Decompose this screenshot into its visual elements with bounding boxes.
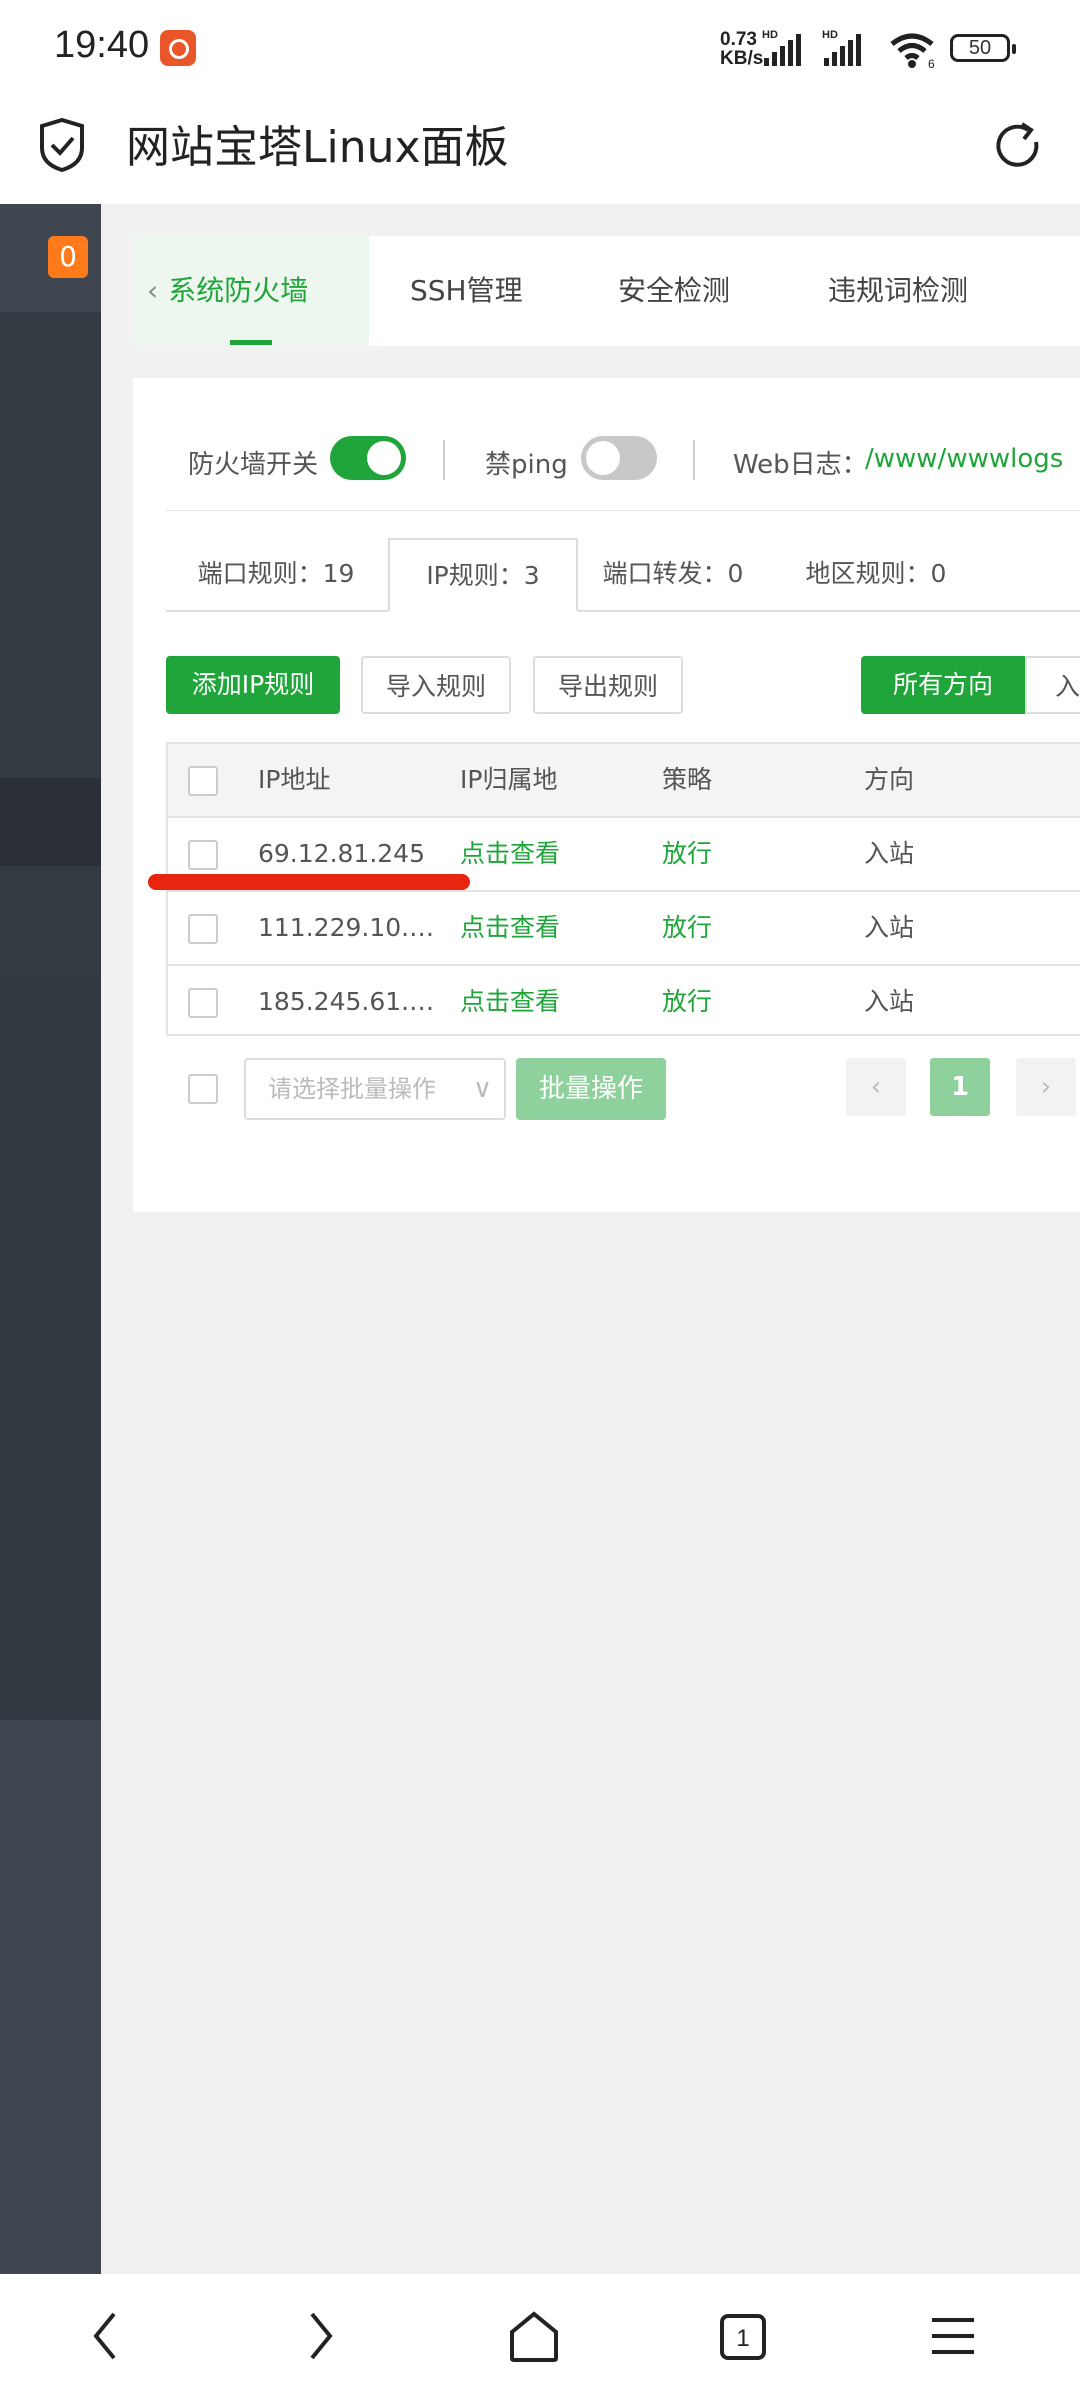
inbound-filter-button[interactable]: 入 bbox=[1025, 656, 1080, 714]
col-ip-address: IP地址 bbox=[258, 765, 331, 794]
battery-level: 50 bbox=[968, 37, 992, 59]
hd-label: HD bbox=[762, 29, 778, 41]
row-ip: 111.229.10.… bbox=[258, 913, 435, 942]
chevron-left-icon: ‹ bbox=[870, 1072, 882, 1102]
network-speed: 0.73 KB/s bbox=[720, 30, 763, 68]
battery-icon: 50 bbox=[950, 34, 1016, 62]
status-bar: 19:40 0.73 KB/s HD HD 6 50 bbox=[0, 0, 1080, 96]
row-checkbox[interactable] bbox=[188, 988, 218, 1018]
row-checkbox[interactable] bbox=[188, 840, 218, 870]
annotation-underline bbox=[148, 874, 470, 890]
row-location-link[interactable]: 点击查看 bbox=[460, 966, 560, 1038]
menu-icon[interactable] bbox=[930, 2306, 976, 2366]
network-speed-unit: KB/s bbox=[720, 48, 764, 69]
row-policy: 放行 bbox=[662, 913, 713, 942]
svg-text:1: 1 bbox=[736, 2325, 749, 2352]
hd-label-2: HD bbox=[822, 29, 838, 41]
firewall-panel: 防火墙开关 禁ping Web日志： /www/wwwlogs 端口规则：19 … bbox=[133, 378, 1080, 1212]
row-policy: 放行 bbox=[662, 839, 713, 868]
row-policy: 放行 bbox=[662, 987, 713, 1016]
weblog-label: Web日志： bbox=[733, 450, 868, 480]
divider bbox=[166, 510, 1080, 511]
batch-select-checkbox[interactable] bbox=[188, 1074, 218, 1104]
shield-check-icon[interactable] bbox=[38, 118, 86, 172]
export-rules-button[interactable]: 导出规则 bbox=[533, 656, 683, 714]
import-rules-button[interactable]: 导入规则 bbox=[361, 656, 511, 714]
network-speed-value: 0.73 bbox=[720, 29, 757, 50]
ping-toggle[interactable] bbox=[581, 436, 657, 480]
toggle-knob bbox=[367, 441, 401, 475]
batch-operation-button[interactable]: 批量操作 bbox=[516, 1058, 666, 1120]
firewall-switch-label: 防火墙开关 bbox=[188, 450, 319, 480]
browser-nav-bar: 1 bbox=[0, 2274, 1080, 2400]
table-row[interactable]: 185.245.61.… 点击查看 放行 入站 bbox=[168, 964, 1080, 1040]
ping-label: 禁ping bbox=[485, 450, 568, 480]
reload-icon[interactable] bbox=[990, 118, 1046, 174]
tab-security-check[interactable]: 安全检测 bbox=[618, 236, 730, 346]
toggle-knob bbox=[586, 441, 620, 475]
page-title: 网站宝塔Linux面板 bbox=[126, 122, 509, 173]
prev-page-button[interactable]: ‹ bbox=[846, 1058, 906, 1116]
col-ip-location: IP归属地 bbox=[460, 765, 558, 794]
batch-select-placeholder: 请选择批量操作 bbox=[268, 1075, 436, 1103]
browser-top-bar: 网站宝塔Linux面板 bbox=[0, 96, 1080, 204]
status-time: 19:40 bbox=[54, 24, 150, 66]
tab-ip-rules[interactable]: IP规则：3 bbox=[388, 538, 578, 612]
select-all-checkbox[interactable] bbox=[188, 766, 218, 796]
current-page[interactable]: 1 bbox=[930, 1058, 990, 1116]
tab-region-rules[interactable]: 地区规则：0 bbox=[776, 538, 976, 610]
row-direction: 入站 bbox=[864, 987, 915, 1016]
sidebar-menu[interactable] bbox=[0, 312, 101, 980]
wifi-icon: 6 bbox=[890, 33, 935, 70]
next-page-button[interactable]: › bbox=[1016, 1058, 1076, 1116]
weblog-path-link[interactable]: /www/wwwlogs bbox=[865, 444, 1063, 474]
sidebar-menu-lower[interactable] bbox=[0, 980, 101, 1720]
row-direction: 入站 bbox=[864, 839, 915, 868]
col-policy: 策略 bbox=[662, 765, 713, 794]
table-header: IP地址 IP归属地 策略 方向 bbox=[168, 744, 1080, 816]
sidebar-item-active[interactable] bbox=[0, 778, 101, 866]
active-tab-indicator bbox=[230, 340, 272, 345]
tab-system-firewall[interactable]: ‹ 系统防火墙 bbox=[133, 236, 369, 346]
wifi-sim-label: 6 bbox=[928, 57, 935, 70]
signal-icon: HD bbox=[762, 29, 801, 66]
back-icon[interactable] bbox=[86, 2306, 126, 2366]
all-directions-button[interactable]: 所有方向 bbox=[861, 656, 1025, 714]
notification-badge[interactable]: 0 bbox=[48, 236, 88, 278]
chevron-left-icon[interactable]: ‹ bbox=[147, 236, 158, 346]
notification-app-icon bbox=[160, 30, 196, 66]
row-location-link[interactable]: 点击查看 bbox=[460, 892, 560, 964]
signal-icon-2: HD bbox=[822, 29, 861, 66]
chevron-down-icon: ∨ bbox=[472, 1074, 492, 1104]
firewall-settings-row: 防火墙开关 禁ping Web日志： /www/wwwlogs bbox=[188, 436, 1080, 482]
sidebar-header[interactable]: 0 bbox=[0, 204, 101, 312]
chevron-right-icon: › bbox=[1040, 1072, 1052, 1102]
tabs-icon[interactable]: 1 bbox=[718, 2306, 768, 2366]
tab-violation-words[interactable]: 违规词检测 bbox=[828, 236, 968, 346]
tab-ssh[interactable]: SSH管理 bbox=[410, 236, 523, 346]
batch-bar: 请选择批量操作 ∨ 批量操作 ‹ 1 › bbox=[166, 1058, 1080, 1120]
home-icon[interactable] bbox=[508, 2306, 560, 2366]
row-location-link[interactable]: 点击查看 bbox=[460, 818, 560, 890]
sidebar-footer bbox=[0, 1720, 101, 2274]
tab-system-firewall-label: 系统防火墙 bbox=[168, 274, 309, 307]
col-direction: 方向 bbox=[864, 765, 915, 794]
divider bbox=[693, 440, 695, 480]
batch-operation-select[interactable]: 请选择批量操作 ∨ bbox=[244, 1058, 506, 1120]
add-ip-rule-button[interactable]: 添加IP规则 bbox=[166, 656, 340, 714]
firewall-toggle[interactable] bbox=[330, 436, 406, 480]
divider bbox=[443, 440, 445, 480]
forward-icon[interactable] bbox=[300, 2306, 340, 2366]
table-row[interactable]: 111.229.10.… 点击查看 放行 入站 bbox=[168, 890, 1080, 966]
rule-tabs: 端口规则：19 IP规则：3 端口转发：0 地区规则：0 bbox=[166, 538, 1080, 612]
row-checkbox[interactable] bbox=[188, 914, 218, 944]
row-ip: 185.245.61.… bbox=[258, 987, 435, 1016]
row-direction: 入站 bbox=[864, 913, 915, 942]
sidebar: 0 bbox=[0, 204, 101, 2274]
tab-port-rules[interactable]: 端口规则：19 bbox=[166, 538, 386, 610]
tab-port-forward[interactable]: 端口转发：0 bbox=[578, 538, 768, 610]
security-tabs: ‹ 系统防火墙 SSH管理 安全检测 违规词检测 bbox=[133, 236, 1080, 346]
